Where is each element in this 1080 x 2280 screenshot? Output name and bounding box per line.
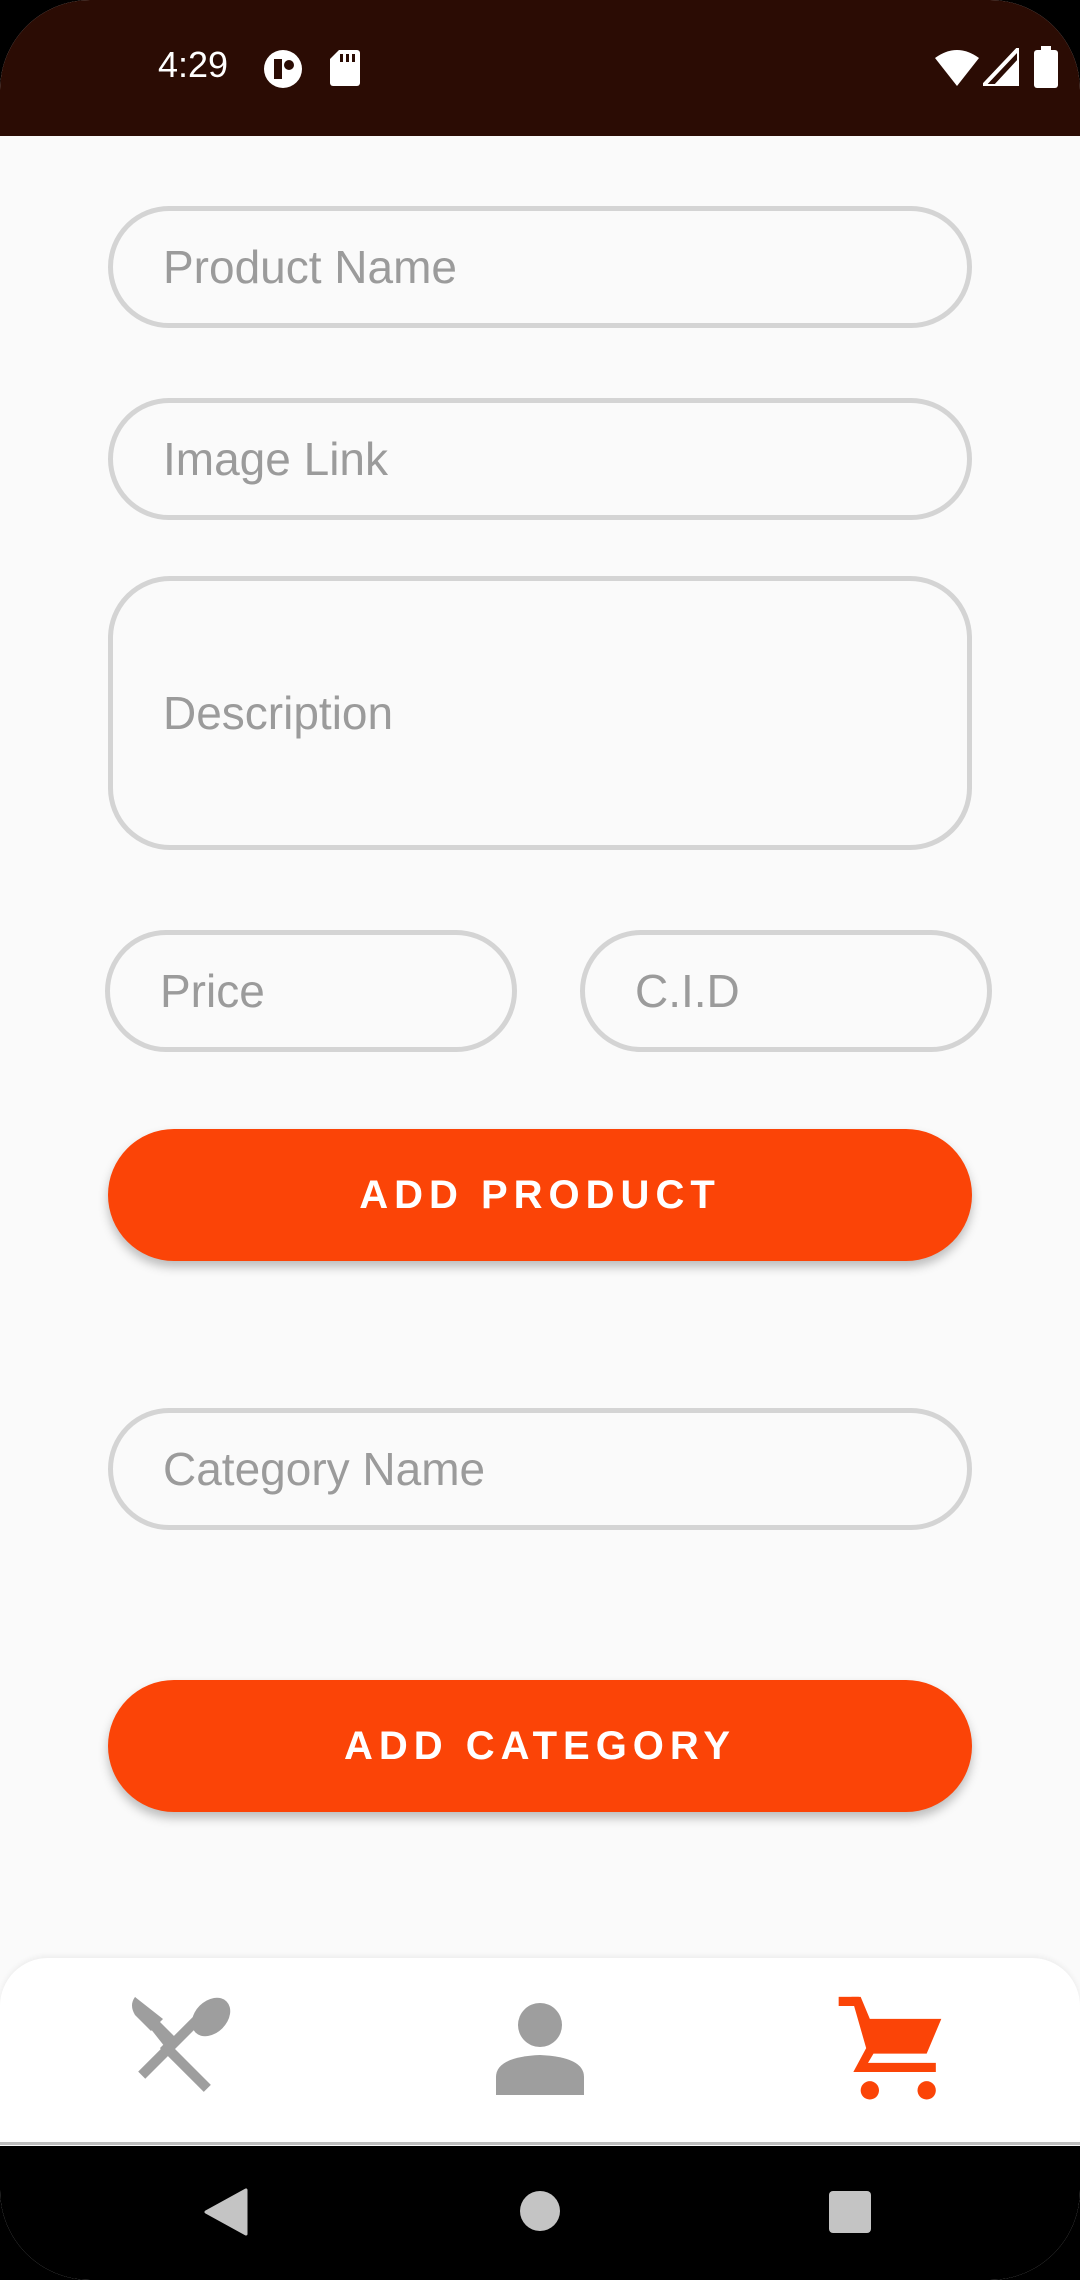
sd-card-icon	[330, 50, 360, 86]
category-name-placeholder: Category Name	[163, 1443, 486, 1495]
notification-circle-icon	[264, 50, 302, 88]
description-field[interactable]: Description	[108, 576, 972, 850]
cart-icon[interactable]	[835, 1995, 945, 2105]
product-name-field[interactable]: Product Name	[108, 206, 972, 328]
add-category-label: ADD CATEGORY	[344, 1723, 736, 1768]
person-icon[interactable]	[485, 1995, 595, 2105]
battery-icon	[1034, 46, 1058, 88]
app-screen: 4:29 Product Name Image Link Description…	[0, 0, 1080, 2280]
image-link-field[interactable]: Image Link	[108, 398, 972, 520]
status-time: 4:29	[158, 44, 229, 85]
wifi-icon	[935, 50, 979, 86]
bottom-nav-divider	[0, 2142, 1080, 2145]
home-icon[interactable]	[519, 2190, 561, 2232]
add-product-label: ADD PRODUCT	[359, 1172, 721, 1217]
status-bar: 4:29	[0, 0, 1080, 136]
add-category-button[interactable]: ADD CATEGORY	[108, 1680, 972, 1812]
product-name-placeholder: Product Name	[163, 241, 458, 293]
recents-icon[interactable]	[828, 2190, 872, 2234]
add-product-button[interactable]: ADD PRODUCT	[108, 1129, 972, 1261]
back-icon[interactable]	[204, 2188, 248, 2236]
cid-placeholder: C.I.D	[635, 965, 740, 1017]
description-placeholder: Description	[163, 687, 394, 739]
cid-field[interactable]: C.I.D	[580, 930, 992, 1052]
price-field[interactable]: Price	[105, 930, 517, 1052]
image-link-placeholder: Image Link	[163, 433, 389, 485]
system-nav-bar	[0, 2146, 1080, 2280]
price-placeholder: Price	[160, 965, 265, 1017]
utensils-icon[interactable]	[127, 1995, 237, 2105]
category-name-field[interactable]: Category Name	[108, 1408, 972, 1530]
cellular-signal-icon	[983, 48, 1019, 86]
